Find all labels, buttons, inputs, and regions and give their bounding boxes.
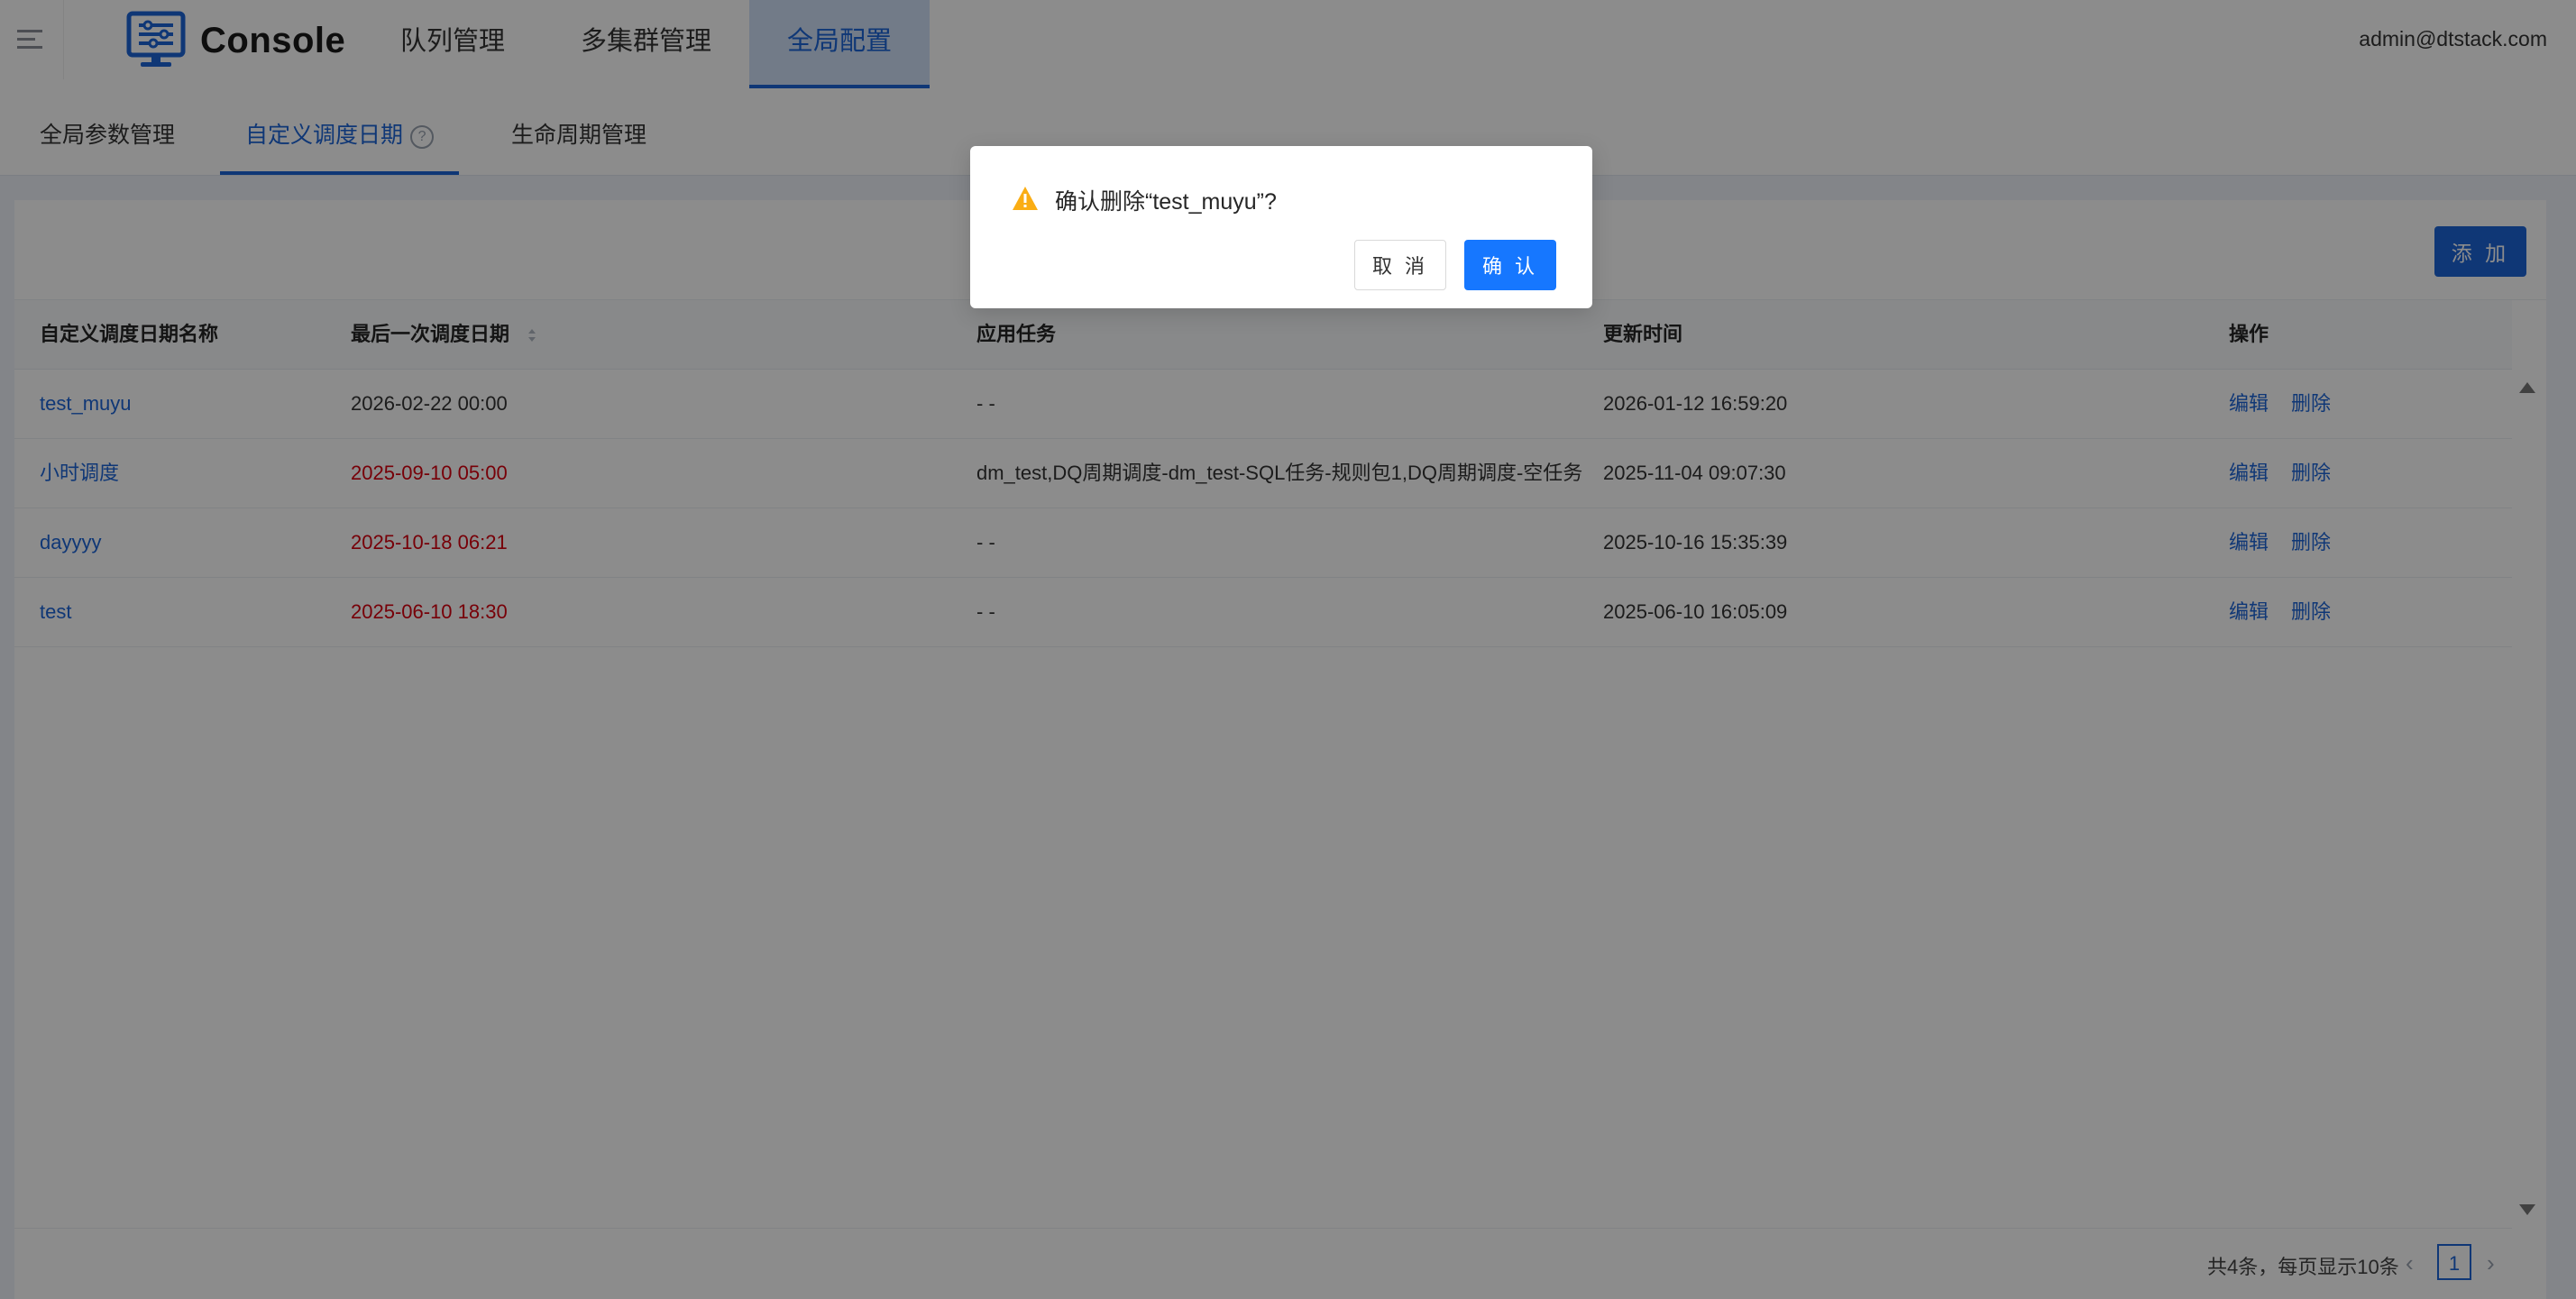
confirm-button[interactable]: 确 认 [1464,240,1556,290]
cancel-button[interactable]: 取 消 [1354,240,1446,290]
warning-triangle-icon [1013,187,1038,210]
dialog-title: 确认删除“test_muyu”? [1055,189,1277,215]
confirm-delete-dialog: 确认删除“test_muyu”? 取 消 确 认 [970,146,1592,308]
